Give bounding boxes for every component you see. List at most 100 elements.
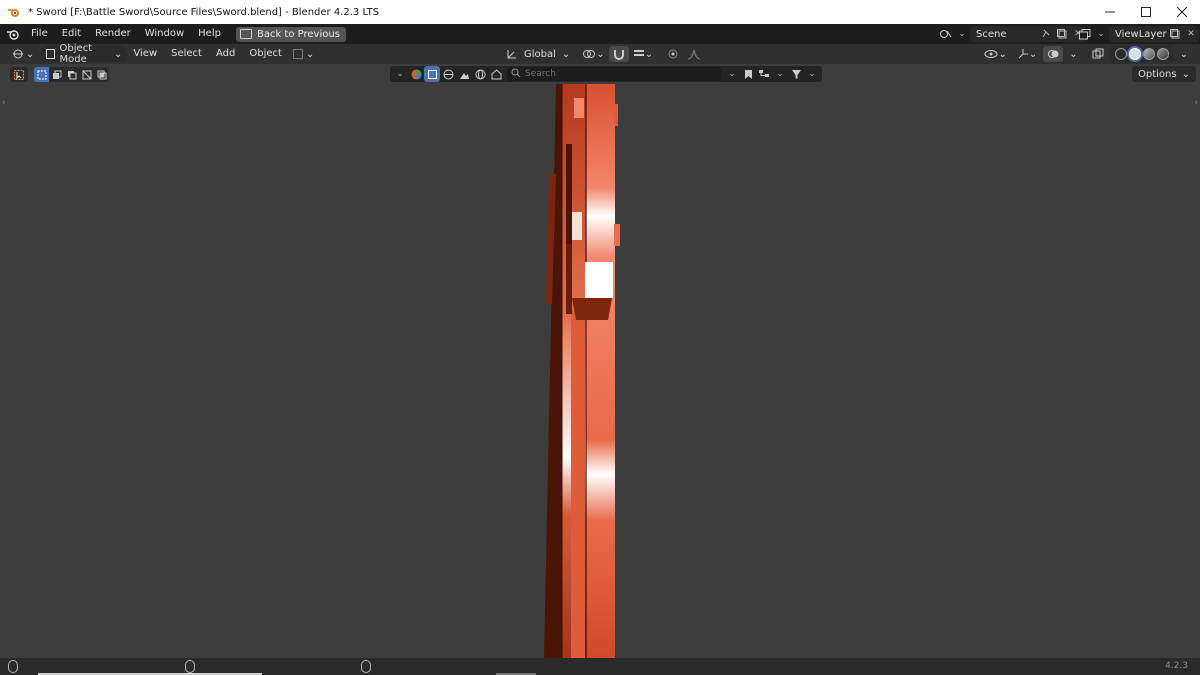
- new-viewlayer-icon[interactable]: [1167, 26, 1183, 42]
- menu-window[interactable]: Window: [138, 24, 191, 44]
- gizmo-toggle[interactable]: ⌄: [1013, 46, 1041, 62]
- world-filter-icon[interactable]: [472, 66, 488, 82]
- material-preview-shading-icon[interactable]: [1142, 48, 1155, 60]
- blade-right-face: [586, 84, 615, 658]
- mouse-right-icon: [361, 660, 371, 673]
- chevron-down-icon[interactable]: ⌄: [724, 66, 740, 82]
- chevron-down-icon: ⌄: [1028, 48, 1038, 60]
- xray-toggle[interactable]: [1088, 46, 1108, 62]
- snap-toggle[interactable]: [608, 46, 629, 62]
- object-mode-dropdown[interactable]: Object Mode ⌄: [42, 43, 127, 65]
- chevron-down-icon[interactable]: ⌄: [392, 66, 408, 82]
- orientation-icon: [507, 50, 516, 59]
- chevron-down-icon[interactable]: ⌄: [1093, 26, 1109, 42]
- proportional-editing-toggle[interactable]: [663, 46, 683, 62]
- outliner-filter-bar: ⌄ ⌄ ⌄ ⌄: [390, 66, 822, 82]
- color-wheel-icon[interactable]: [408, 66, 424, 82]
- viewlayer-name: ViewLayer: [1115, 28, 1167, 40]
- invert-selection-icon[interactable]: [79, 67, 94, 82]
- scene-name-field[interactable]: Scene ✕: [970, 26, 1086, 42]
- maximize-icon: [1141, 7, 1151, 17]
- pivot-point-dropdown[interactable]: ⌄: [578, 46, 608, 62]
- overlays-dropdown[interactable]: ⌄: [1065, 46, 1081, 62]
- scene-filter-icon[interactable]: [488, 66, 504, 82]
- gizmo-icon: [1018, 49, 1028, 59]
- blender-logo-icon[interactable]: [2, 24, 24, 44]
- close-button[interactable]: [1164, 0, 1200, 24]
- guard-shadow-strip-lower: [566, 244, 572, 314]
- remove-viewlayer-icon[interactable]: ✕: [1183, 26, 1199, 42]
- texture-filter-icon[interactable]: [456, 66, 472, 82]
- guard-shadow-strip: [566, 144, 572, 244]
- filter-funnel-icon[interactable]: [788, 66, 804, 82]
- shading-dropdown[interactable]: ⌄: [1176, 46, 1192, 62]
- hierarchy-icon[interactable]: [756, 66, 772, 82]
- menu-object[interactable]: Object: [242, 44, 289, 64]
- new-scene-icon[interactable]: [1054, 26, 1070, 42]
- window-title: * Sword [F:\Battle Sword\Source Files\Sw…: [28, 6, 380, 18]
- editor-type-button[interactable]: ⌄: [8, 46, 38, 62]
- menu-help[interactable]: Help: [191, 24, 228, 44]
- chevron-down-icon: ⌄: [1069, 48, 1078, 60]
- intersect-selection-icon[interactable]: [94, 67, 109, 82]
- guard-block-middle: [572, 212, 582, 240]
- options-dropdown[interactable]: Options ⌄: [1132, 66, 1196, 82]
- overlays-icon: [1048, 50, 1059, 58]
- subtract-selection-icon[interactable]: [64, 67, 79, 82]
- object-filter-icon[interactable]: [424, 66, 440, 82]
- viewlayer-selector: ⌄ ViewLayer ✕: [1077, 26, 1199, 42]
- axis-grid-icon: [13, 49, 23, 59]
- menu-select[interactable]: Select: [164, 44, 209, 64]
- select-tool-button[interactable]: [10, 67, 28, 82]
- blade-middle-lower: [571, 309, 585, 658]
- mouse-middle-icon: [185, 660, 195, 673]
- collection-visibility-button[interactable]: ⌄: [289, 46, 318, 62]
- menu-edit[interactable]: Edit: [55, 24, 88, 44]
- options-label: Options: [1138, 68, 1177, 80]
- screen-icon: [239, 29, 252, 39]
- viewlayer-icon[interactable]: [1077, 26, 1093, 42]
- selection-mode-buttons: [34, 67, 109, 82]
- mouse-left-icon: [8, 660, 18, 673]
- visibility-dropdown[interactable]: ⌄: [980, 46, 1010, 62]
- falloff-dropdown[interactable]: [683, 46, 705, 62]
- bookmark-icon[interactable]: [740, 66, 756, 82]
- solid-shading-icon[interactable]: [1128, 48, 1141, 60]
- transform-orientation-dropdown[interactable]: Global ⌄: [502, 46, 574, 62]
- minimize-icon: [1105, 11, 1115, 13]
- viewlayer-name-field[interactable]: ViewLayer ✕: [1109, 26, 1199, 42]
- eye-icon: [984, 50, 998, 58]
- back-to-previous-label: Back to Previous: [256, 28, 340, 40]
- wireframe-shading-icon[interactable]: [1114, 48, 1127, 60]
- chevron-down-icon[interactable]: ⌄: [954, 26, 970, 42]
- guard-bottom-bevel: [572, 298, 612, 320]
- rendered-shading-icon[interactable]: [1156, 48, 1169, 60]
- set-new-selection-icon[interactable]: [34, 67, 49, 82]
- extend-selection-icon[interactable]: [49, 67, 64, 82]
- back-to-previous-button[interactable]: Back to Previous: [235, 26, 346, 42]
- maximize-button[interactable]: [1128, 0, 1164, 24]
- chevron-down-icon: ⌄: [114, 48, 123, 60]
- snap-target-dropdown[interactable]: ⌄: [629, 46, 657, 62]
- pin-icon[interactable]: [1038, 26, 1054, 42]
- minimize-button[interactable]: [1092, 0, 1128, 24]
- viewport-header: ⌄ Object Mode ⌄ View Select Add Object ⌄…: [0, 43, 1200, 65]
- 3d-viewport[interactable]: › ‹: [0, 84, 1200, 658]
- overlays-toggle[interactable]: [1043, 46, 1064, 62]
- sword-model[interactable]: [0, 84, 1200, 658]
- chevron-down-icon[interactable]: ⌄: [804, 66, 820, 82]
- chevron-down-icon: ⌄: [305, 48, 315, 60]
- guard-side-nub-1: [614, 104, 618, 126]
- menu-view[interactable]: View: [126, 44, 164, 64]
- chevron-down-icon[interactable]: ⌄: [772, 66, 788, 82]
- menu-render[interactable]: Render: [88, 24, 138, 44]
- chevron-down-icon: ⌄: [561, 48, 571, 60]
- tool-settings-row: ⌄ ⌄ ⌄ ⌄ Options ⌄: [0, 64, 1200, 84]
- scene-icon[interactable]: [938, 26, 954, 42]
- material-filter-icon[interactable]: [440, 66, 456, 82]
- menu-file[interactable]: File: [24, 24, 55, 44]
- search-input[interactable]: [525, 69, 715, 79]
- search-field[interactable]: [507, 67, 721, 81]
- scene-selector: ⌄ Scene ✕: [938, 26, 1086, 42]
- menu-add[interactable]: Add: [209, 44, 242, 64]
